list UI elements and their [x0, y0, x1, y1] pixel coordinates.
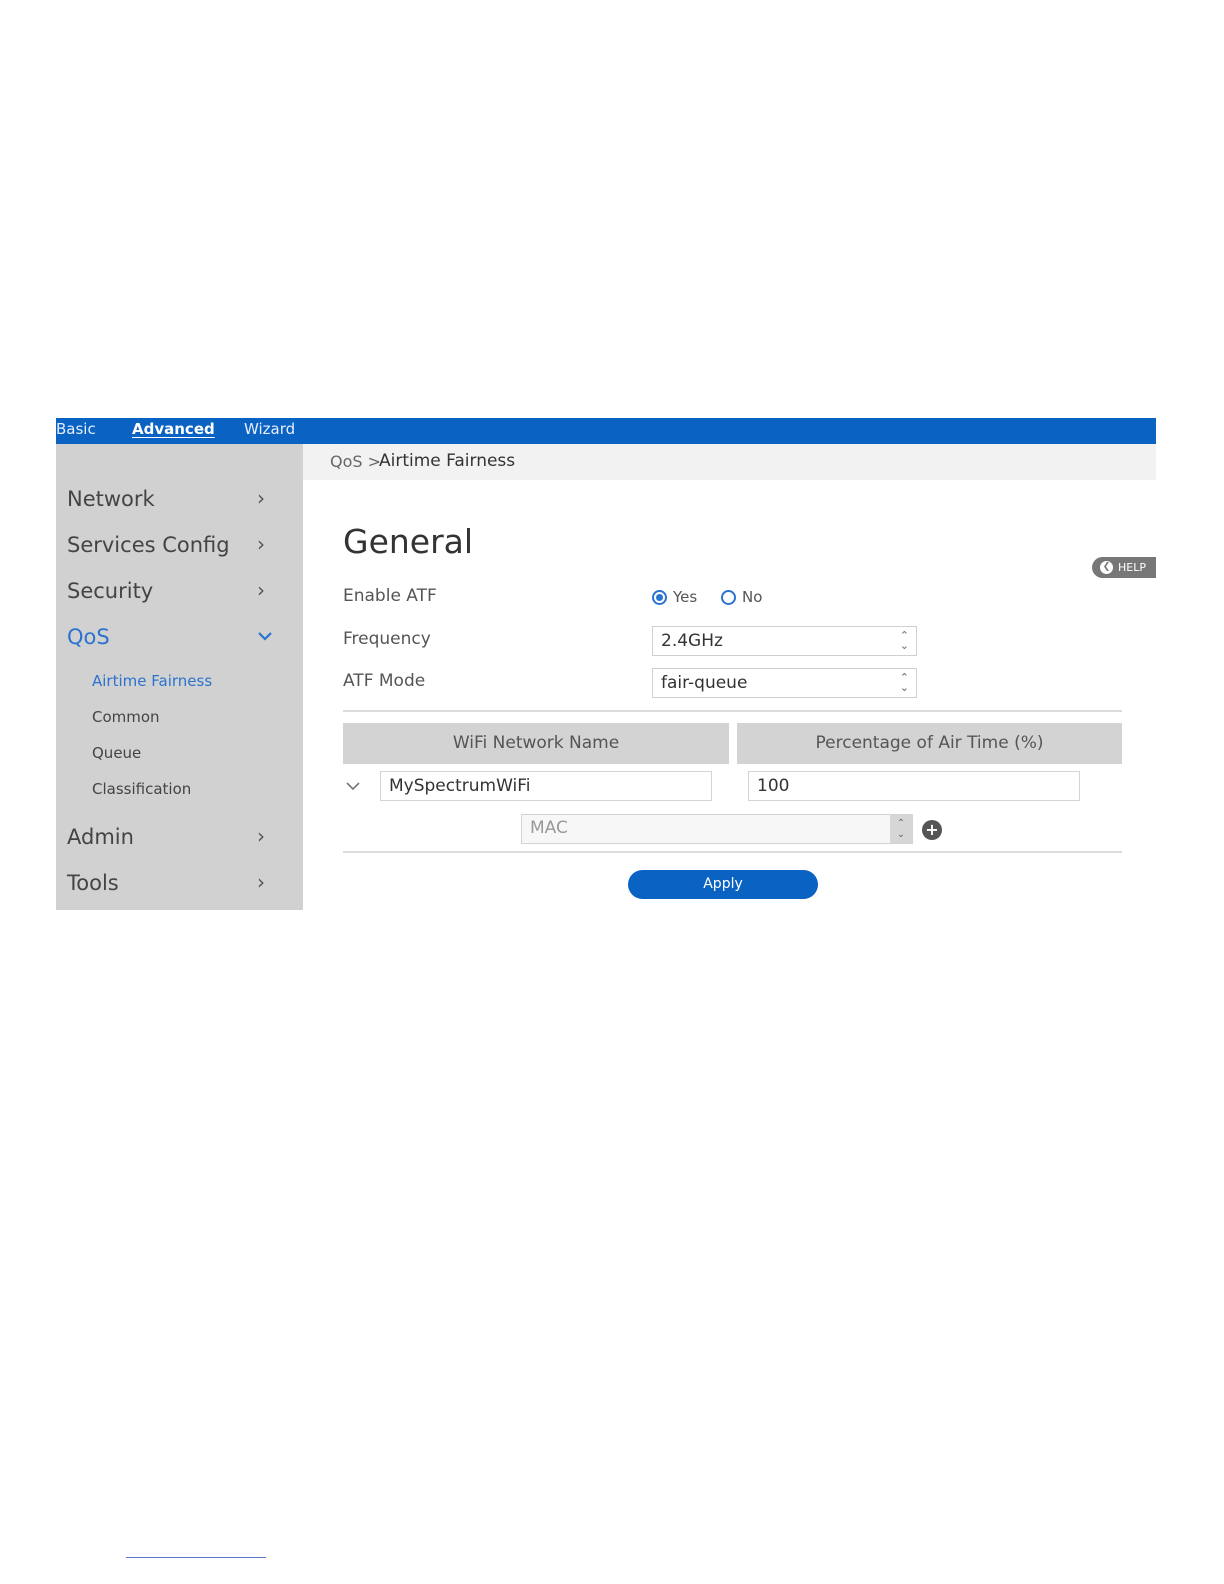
footnote-rule: [126, 1557, 266, 1558]
apply-button[interactable]: Apply: [628, 870, 818, 899]
atf-mode-label: ATF Mode: [343, 671, 426, 691]
frequency-select[interactable]: 2.4GHz ⌃ ⌄: [652, 626, 917, 656]
mac-placeholder: MAC: [530, 818, 568, 838]
frequency-value: 2.4GHz: [661, 631, 723, 651]
sidebar-item-security[interactable]: Security ›: [67, 576, 272, 608]
tab-wizard[interactable]: Wizard: [244, 419, 295, 439]
sidebar-item-label: Tools: [67, 871, 119, 895]
sidebar-item-admin[interactable]: Admin ›: [67, 822, 272, 854]
help-button[interactable]: ❮ HELP: [1092, 557, 1156, 578]
tab-basic[interactable]: Basic: [56, 419, 96, 439]
sidebar-subitem-classification[interactable]: Classification: [92, 779, 191, 799]
atf-mode-select[interactable]: fair-queue ⌃ ⌄: [652, 668, 917, 698]
sidebar-subitem-common[interactable]: Common: [92, 707, 160, 727]
enable-atf-yes-label: Yes: [673, 588, 698, 606]
chevron-right-icon: ›: [257, 532, 265, 556]
updown-arrows-icon: ⌃ ⌄: [890, 815, 912, 843]
frequency-label: Frequency: [343, 629, 431, 649]
updown-arrows-icon: ⌃ ⌄: [899, 629, 909, 652]
sidebar-item-services-config[interactable]: Services Config ›: [67, 530, 272, 562]
enable-atf-no-radio[interactable]: [721, 590, 736, 605]
chevron-right-icon: ›: [257, 870, 265, 894]
sidebar-item-qos[interactable]: QoS: [67, 622, 272, 654]
chevron-down-icon: [258, 632, 272, 641]
sidebar-item-label: Security: [67, 579, 154, 603]
enable-atf-no-label: No: [742, 588, 763, 606]
breadcrumb-parent[interactable]: QoS >: [330, 452, 381, 471]
updown-arrows-icon: ⌃ ⌄: [899, 671, 909, 694]
breadcrumb: QoS > Airtime Fairness: [303, 444, 1156, 480]
column-header-percentage-air-time: Percentage of Air Time (%): [737, 723, 1122, 764]
router-admin-window: Basic Advanced Wizard Network › Services…: [56, 418, 1156, 910]
divider: [343, 710, 1122, 712]
sidebar-item-label: QoS: [67, 625, 110, 649]
chevron-right-icon: ›: [257, 824, 265, 848]
breadcrumb-current: Airtime Fairness: [379, 451, 516, 471]
sidebar-item-label: Services Config: [67, 533, 230, 557]
sidebar-subitem-queue[interactable]: Queue: [92, 743, 141, 763]
chevron-right-icon: ›: [257, 486, 265, 510]
sidebar-subitem-airtime-fairness[interactable]: Airtime Fairness: [92, 671, 212, 691]
enable-atf-label: Enable ATF: [343, 586, 437, 606]
sidebar-item-network[interactable]: Network ›: [67, 484, 272, 516]
enable-atf-yes-radio[interactable]: [652, 590, 667, 605]
sidebar: Network › Services Config › Security › Q…: [56, 444, 303, 910]
chevron-right-icon: ›: [257, 578, 265, 602]
column-header-wifi-network-name: WiFi Network Name: [343, 723, 729, 764]
wifi-network-name-input[interactable]: MySpectrumWiFi: [380, 771, 712, 801]
sidebar-item-label: Network: [67, 487, 155, 511]
air-time-percentage-input[interactable]: 100: [748, 771, 1080, 801]
sidebar-item-tools[interactable]: Tools ›: [67, 868, 272, 900]
page-title: General: [343, 522, 474, 561]
help-label: HELP: [1118, 561, 1146, 574]
sidebar-item-label: Admin: [67, 825, 134, 849]
atf-mode-value: fair-queue: [661, 673, 748, 693]
mac-select[interactable]: MAC ⌃ ⌄: [521, 814, 913, 844]
add-icon[interactable]: +: [922, 820, 942, 840]
help-icon: ❮: [1100, 561, 1113, 574]
tab-advanced[interactable]: Advanced: [132, 419, 215, 439]
chevron-down-icon[interactable]: [345, 778, 361, 794]
divider: [343, 851, 1122, 853]
top-nav-bar: Basic Advanced Wizard: [56, 418, 1156, 444]
